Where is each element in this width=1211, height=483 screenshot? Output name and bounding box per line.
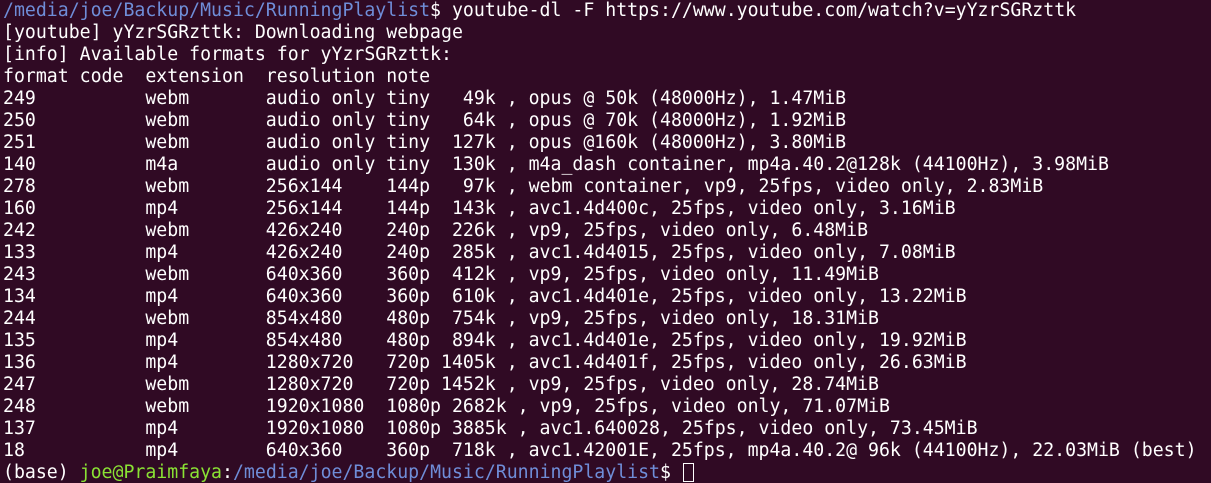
output-line: [youtube] yYzrSGRzttk: Downloading webpa…	[3, 22, 463, 43]
text-cursor[interactable]	[682, 463, 694, 482]
output-line: [info] Available formats for yYzrSGRzttk…	[3, 44, 452, 65]
format-table-header: format code extension resolution note	[3, 66, 431, 87]
format-row: 250 webm audio only tiny 64k , opus @ 70…	[3, 110, 847, 131]
prompt-line[interactable]: (base) joe@Praimfaya:/media/joe/Backup/M…	[3, 462, 1211, 483]
format-row: 247 webm 1280x720 720p 1452k , vp9, 25fp…	[3, 374, 879, 395]
prompt-symbol: $	[430, 0, 441, 21]
format-row: 136 mp4 1280x720 720p 1405k , avc1.4d401…	[3, 352, 967, 373]
prompt-path: /media/joe/Backup/Music/RunningPlaylist	[232, 462, 661, 483]
format-row: 242 webm 426x240 240p 226k , vp9, 25fps,…	[3, 220, 869, 241]
format-row: 249 webm audio only tiny 49k , opus @ 50…	[3, 88, 847, 109]
format-row: 278 webm 256x144 144p 97k , webm contain…	[3, 176, 1044, 197]
format-row: 134 mp4 640x360 360p 610k , avc1.4d401e,…	[3, 286, 967, 307]
format-row: 140 m4a audio only tiny 130k , m4a_dash …	[3, 154, 1109, 175]
conda-env: (base)	[3, 462, 80, 483]
format-row: 137 mp4 1920x1080 1080p 3885k , avc1.640…	[3, 418, 978, 439]
format-row: 160 mp4 256x144 144p 143k , avc1.4d400c,…	[3, 198, 956, 219]
command-text: youtube-dl -F https://www.youtube.com/wa…	[441, 0, 1077, 21]
format-row: 243 webm 640x360 360p 412k , vp9, 25fps,…	[3, 264, 879, 285]
format-row: 135 mp4 854x480 480p 894k , avc1.4d401e,…	[3, 330, 967, 351]
format-row: 18 mp4 640x360 360p 718k , avc1.42001E, …	[3, 440, 1197, 461]
format-row: 248 webm 1920x1080 1080p 2682k , vp9, 25…	[3, 396, 890, 417]
prompt-symbol: $	[660, 462, 682, 483]
command-line: /media/joe/Backup/Music/RunningPlaylist$…	[3, 0, 1211, 22]
user-host: joe@Praimfaya	[79, 462, 223, 483]
terminal-window[interactable]: /media/joe/Backup/Music/RunningPlaylist$…	[0, 0, 1211, 483]
format-row: 251 webm audio only tiny 127k , opus @16…	[3, 132, 847, 153]
format-row: 133 mp4 426x240 240p 285k , avc1.4d4015,…	[3, 242, 956, 263]
format-row: 244 webm 854x480 480p 754k , vp9, 25fps,…	[3, 308, 879, 329]
prompt-colon: :	[222, 462, 233, 483]
prompt-path: /media/joe/Backup/Music/RunningPlaylist	[3, 0, 431, 21]
